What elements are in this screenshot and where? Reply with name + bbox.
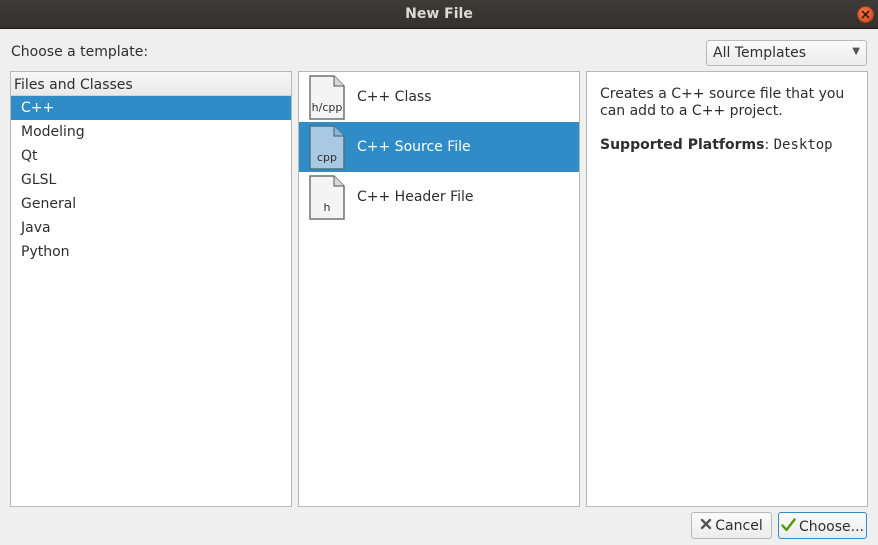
file-icon-text: cpp [316, 151, 337, 164]
title-bar: New File [0, 0, 878, 29]
h-file-icon: h [309, 175, 345, 220]
choose-template-label: Choose a template: [11, 44, 149, 60]
template-item-cpp-header-file[interactable]: h C++ Header File [299, 172, 579, 222]
cpp-file-icon: cpp [309, 125, 345, 170]
choose-button[interactable]: Choose... [778, 512, 867, 539]
template-item-cpp-source-file[interactable]: cpp C++ Source File [299, 122, 579, 172]
template-label: C++ Class [357, 89, 432, 105]
platforms-value: Desktop [773, 137, 833, 153]
file-icon-text: h/cpp [311, 101, 343, 114]
template-list[interactable]: h/cpp C++ Class cpp C++ Source File h C+… [298, 71, 580, 507]
category-item-java[interactable]: Java [11, 216, 291, 240]
cancel-button-label: Cancel [715, 518, 763, 534]
category-item-general[interactable]: General [11, 192, 291, 216]
template-item-cpp-class[interactable]: h/cpp C++ Class [299, 72, 579, 122]
category-list[interactable]: Files and Classes C++ Modeling Qt GLSL G… [10, 71, 292, 507]
category-item-modeling[interactable]: Modeling [11, 120, 291, 144]
category-item-cpp[interactable]: C++ [11, 96, 291, 120]
template-filter-value: All Templates [713, 45, 806, 61]
close-button[interactable] [857, 6, 874, 23]
template-label: C++ Header File [357, 189, 474, 205]
category-item-python[interactable]: Python [11, 240, 291, 264]
choose-button-label: Choose... [798, 519, 865, 535]
h-cpp-file-icon: h/cpp [309, 75, 345, 120]
template-label: C++ Source File [357, 139, 471, 155]
cancel-icon [700, 518, 712, 534]
template-filter-select[interactable]: All Templates ▼ [706, 40, 867, 66]
window-title: New File [405, 6, 473, 22]
platforms-label: Supported Platforms [600, 137, 765, 153]
file-icon-text: h [323, 201, 331, 214]
chevron-down-icon: ▼ [852, 46, 860, 57]
close-icon [861, 10, 870, 19]
description-panel: Creates a C++ source file that you can a… [586, 71, 868, 507]
category-item-glsl[interactable]: GLSL [11, 168, 291, 192]
category-group-header: Files and Classes [11, 72, 291, 96]
template-description: Creates a C++ source file that you can a… [600, 86, 845, 119]
cancel-button[interactable]: Cancel [691, 512, 772, 539]
checkmark-icon [781, 518, 796, 536]
category-item-qt[interactable]: Qt [11, 144, 291, 168]
supported-platforms: Supported Platforms: Desktop [600, 137, 833, 153]
